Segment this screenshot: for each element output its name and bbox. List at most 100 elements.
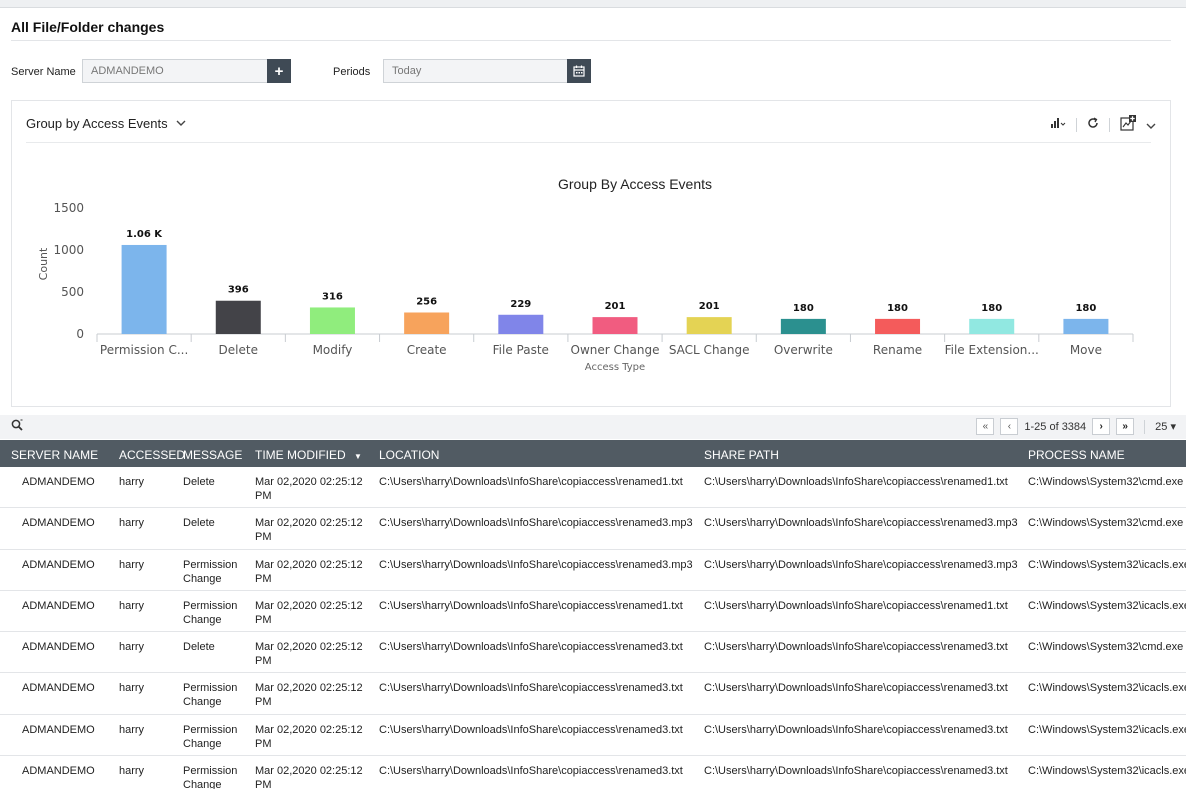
x-tick-label: File Extension... xyxy=(945,343,1039,357)
x-tick-label: Move xyxy=(1070,343,1102,357)
cell-process-name: C:\Windows\System32\icacls.exe xyxy=(1028,765,1186,778)
page-title: All File/Folder changes xyxy=(11,19,165,35)
next-page-button[interactable]: › xyxy=(1092,418,1111,435)
cell-share-path: C:\Users\harry\Downloads\InfoShare\copia… xyxy=(704,517,1018,530)
chart-title: Group By Access Events xyxy=(558,176,712,192)
bar-value-label: 229 xyxy=(510,299,531,310)
cell-time-modified: Mar 02,2020 02:25:12 PM xyxy=(255,765,363,789)
table-row[interactable]: ADMANDEMO harry Permission Change Mar 02,20… xyxy=(0,756,1186,789)
prev-page-button[interactable]: ‹ xyxy=(1000,418,1019,435)
cell-message: Delete xyxy=(183,517,215,530)
x-tick-label: SACL Change xyxy=(669,343,750,357)
cell-process-name: C:\Windows\System32\cmd.exe xyxy=(1028,517,1184,530)
column-process-name[interactable]: PROCESS NAME xyxy=(1028,448,1125,462)
bar-value-label: 201 xyxy=(605,301,626,312)
bar xyxy=(1063,318,1109,334)
cell-share-path: C:\Users\harry\Downloads\InfoShare\copia… xyxy=(704,765,1008,778)
cell-message: Delete xyxy=(183,476,215,488)
title-divider xyxy=(11,40,1171,41)
search-icon[interactable] xyxy=(11,419,23,434)
bar xyxy=(969,318,1015,334)
cell-message: Permission Change xyxy=(183,558,238,585)
table-row[interactable]: ADMANDEMO harry Permission Change Mar 02,20… xyxy=(0,550,1186,591)
periods-label: Periods xyxy=(333,66,371,78)
cell-location: C:\Users\harry\Downloads\InfoShare\copia… xyxy=(379,599,683,612)
last-page-button[interactable]: » xyxy=(1116,418,1135,435)
chart-panel: Group by Access Events Group By Access E… xyxy=(11,100,1171,407)
bar-value-label: 396 xyxy=(228,285,249,296)
page-range: 1-25 of 3384 xyxy=(1024,420,1087,433)
cell-location: C:\Users\harry\Downloads\InfoShare\copia… xyxy=(379,641,683,654)
table-header: SERVER NAME ACCESSED MESSAGE TIME MODIFI… xyxy=(0,440,1186,467)
add-server-button[interactable]: + xyxy=(267,59,291,83)
column-accessed[interactable]: ACCESSED xyxy=(119,448,185,462)
x-tick-label: Create xyxy=(407,343,447,357)
column-time-modified[interactable]: TIME MODIFIED ▼ xyxy=(255,448,362,462)
cell-location: C:\Users\harry\Downloads\InfoShare\copia… xyxy=(379,723,683,736)
page-size-select[interactable]: 25 ▾ xyxy=(1155,420,1176,433)
x-tick-label: File Paste xyxy=(493,343,549,357)
table-row[interactable]: ADMANDEMO harry Delete Mar 02,2020 02:25:12… xyxy=(0,632,1186,674)
cell-accessed: harry xyxy=(119,682,145,695)
bar xyxy=(215,300,261,334)
cell-process-name: C:\Windows\System32\icacls.exe xyxy=(1028,599,1186,612)
table-row[interactable]: ADMANDEMO harry Delete Mar 02,2020 02:25:12… xyxy=(0,467,1186,509)
y-tick-label: 500 xyxy=(61,285,84,299)
cell-process-name: C:\Windows\System32\cmd.exe xyxy=(1028,476,1184,488)
table-body: ADMANDEMO harry Delete Mar 02,2020 02:25:12… xyxy=(0,467,1186,789)
cell-accessed: harry xyxy=(119,599,145,612)
cell-share-path: C:\Users\harry\Downloads\InfoShare\copia… xyxy=(704,682,1008,695)
calendar-icon xyxy=(573,65,585,77)
cell-server-name: ADMANDEMO xyxy=(22,641,95,654)
x-tick-label: Delete xyxy=(219,343,258,357)
cell-share-path: C:\Users\harry\Downloads\InfoShare\copia… xyxy=(704,599,1008,612)
x-tick-label: Overwrite xyxy=(774,343,833,357)
table-row[interactable]: ADMANDEMO harry Permission Change Mar 02,20… xyxy=(0,673,1186,715)
column-share-path[interactable]: SHARE PATH xyxy=(704,448,779,462)
table-row[interactable]: ADMANDEMO harry Delete Mar 02,2020 02:25:12… xyxy=(0,508,1186,550)
cell-server-name: ADMANDEMO xyxy=(22,599,95,612)
bar-value-label: 180 xyxy=(1075,303,1096,314)
bar xyxy=(592,317,638,334)
column-message[interactable]: MESSAGE xyxy=(183,448,242,462)
cell-server-name: ADMANDEMO xyxy=(22,723,95,736)
cell-share-path: C:\Users\harry\Downloads\InfoShare\copia… xyxy=(704,558,1018,571)
cell-location: C:\Users\harry\Downloads\InfoShare\copia… xyxy=(379,517,693,530)
cell-message: Permission Change xyxy=(183,599,238,626)
cell-accessed: harry xyxy=(119,517,145,530)
calendar-button[interactable] xyxy=(567,59,591,83)
cell-message: Delete xyxy=(183,641,215,654)
cell-accessed: harry xyxy=(119,558,145,571)
periods-input[interactable]: Today xyxy=(383,59,568,83)
y-tick-label: 1000 xyxy=(53,243,84,257)
cell-location: C:\Users\harry\Downloads\InfoShare\copia… xyxy=(379,765,683,778)
cell-location: C:\Users\harry\Downloads\InfoShare\copia… xyxy=(379,558,693,571)
x-tick-label: Permission C... xyxy=(100,343,188,357)
cell-process-name: C:\Windows\System32\icacls.exe xyxy=(1028,682,1186,695)
bar xyxy=(875,318,921,334)
cell-location: C:\Users\harry\Downloads\InfoShare\copia… xyxy=(379,476,683,488)
first-page-button[interactable]: « xyxy=(976,418,995,435)
table-row[interactable]: ADMANDEMO harry Permission Change Mar 02,20… xyxy=(0,715,1186,757)
cell-accessed: harry xyxy=(119,765,145,778)
bar-value-label: 1.06 K xyxy=(126,229,163,240)
cell-time-modified: Mar 02,2020 02:25:12 PM xyxy=(255,517,363,544)
bar-value-label: 316 xyxy=(322,291,343,302)
y-tick-label: 0 xyxy=(76,327,84,341)
bar xyxy=(121,244,167,334)
top-bar xyxy=(0,0,1186,8)
column-server-name[interactable]: SERVER NAME xyxy=(11,448,98,462)
cell-location: C:\Users\harry\Downloads\InfoShare\copia… xyxy=(379,682,683,695)
column-location[interactable]: LOCATION xyxy=(379,448,439,462)
bar xyxy=(780,318,826,334)
x-tick-label: Rename xyxy=(873,343,922,357)
server-name-input[interactable]: ADMANDEMO xyxy=(82,59,268,83)
bar xyxy=(309,307,355,334)
table-row[interactable]: ADMANDEMO harry Permission Change Mar 02,20… xyxy=(0,591,1186,633)
cell-accessed: harry xyxy=(119,723,145,736)
bar-value-label: 180 xyxy=(793,303,814,314)
cell-message: Permission Change xyxy=(183,682,238,709)
cell-time-modified: Mar 02,2020 02:25:12 PM xyxy=(255,476,363,502)
x-tick-label: Modify xyxy=(313,343,353,357)
cell-accessed: harry xyxy=(119,641,145,654)
